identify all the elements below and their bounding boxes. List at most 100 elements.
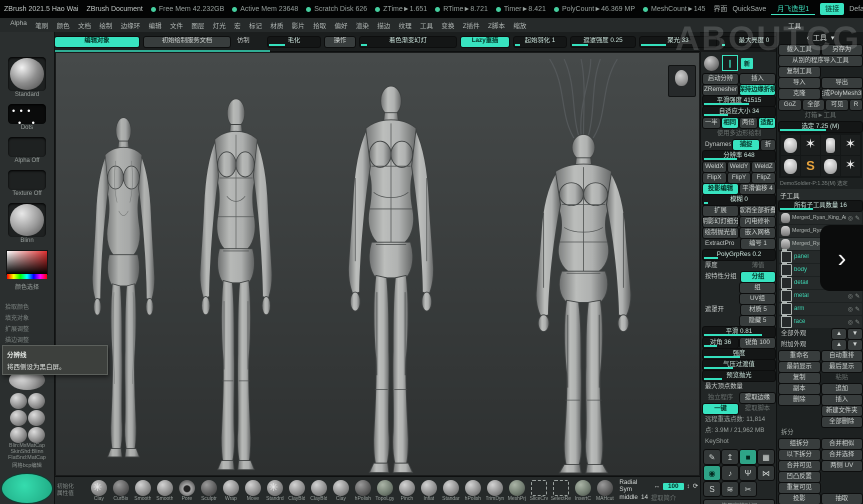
menu-item[interactable]: Alpha bbox=[6, 20, 31, 30]
subtool-op-button[interactable]: 抽取 bbox=[822, 494, 863, 504]
subtool-footer-control[interactable]: 附加外观 bbox=[779, 340, 830, 350]
keyshot-icon-button[interactable]: ≋ bbox=[722, 482, 738, 496]
tool-control[interactable]: 生成PolyMesh3D bbox=[822, 89, 863, 99]
tool-control[interactable]: 克隆 bbox=[779, 89, 820, 99]
panel-control[interactable]: 厚度 bbox=[703, 261, 739, 271]
stroke-slot[interactable] bbox=[8, 104, 46, 124]
material-swatch[interactable] bbox=[28, 410, 45, 426]
brush-preset[interactable]: TopoLgy bbox=[374, 480, 395, 502]
gradient-color-disc[interactable] bbox=[1, 473, 53, 504]
panel-control[interactable]: 薄值 bbox=[741, 261, 775, 271]
panel-control[interactable]: 取消全部折叠 bbox=[740, 206, 775, 216]
subtool-op-button[interactable]: 复制 bbox=[779, 373, 820, 383]
panel-control[interactable]: 模糊 0 bbox=[703, 195, 775, 205]
subtool-op-button[interactable]: 组拆分 bbox=[779, 439, 820, 449]
panel-control[interactable]: WeldZ bbox=[752, 162, 775, 172]
brush-preset[interactable]: MAHcut bbox=[594, 480, 615, 502]
panel-control[interactable]: 阴影幻灯细分 bbox=[703, 217, 738, 227]
link-button[interactable]: 链接 bbox=[820, 3, 844, 15]
panel-control[interactable]: FlipZ bbox=[752, 173, 775, 183]
panel-control[interactable]: 投影编辑 bbox=[703, 184, 738, 194]
shelf-control[interactable]: 着色渐变幻灯 bbox=[360, 37, 456, 47]
subtool-op-button[interactable] bbox=[779, 417, 820, 427]
tool-control[interactable]: 全部 bbox=[803, 100, 825, 110]
subtool-op-button[interactable]: 合并选择 bbox=[822, 450, 863, 460]
panel-control[interactable]: 对角 36 bbox=[703, 338, 738, 348]
brush-preset[interactable]: CurBis bbox=[110, 480, 131, 502]
tool-control[interactable] bbox=[822, 67, 863, 77]
panel-control[interactable]: 一半 bbox=[703, 118, 720, 128]
panel-control[interactable]: 遮罩开 bbox=[703, 305, 739, 315]
keyshot-icon-button[interactable]: ✂ bbox=[740, 482, 756, 496]
subtool-op-button[interactable]: 投影 bbox=[779, 494, 820, 504]
edit-icon[interactable]: ✎ bbox=[855, 215, 860, 222]
menu-item[interactable]: 渲染 bbox=[352, 20, 373, 30]
edit-icon[interactable]: ✎ bbox=[855, 319, 860, 326]
menu-item[interactable]: 材质 bbox=[266, 20, 287, 30]
panel-control[interactable]: 自适应大小 34 bbox=[703, 107, 775, 117]
subtool-op-button[interactable] bbox=[822, 472, 863, 482]
panel-control[interactable]: 远程重选点数: 11,814 bbox=[703, 415, 775, 425]
tool-control[interactable]: 从别的程序导入工具 bbox=[779, 56, 862, 66]
brush-preset[interactable]: Inflat bbox=[418, 480, 439, 502]
tool-control[interactable]: R bbox=[850, 100, 862, 110]
shelf-control[interactable]: 聚光 33 bbox=[640, 37, 716, 47]
subtool-item[interactable]: arm ◎ ✎ bbox=[779, 303, 862, 315]
quick-pick-tile[interactable] bbox=[801, 135, 820, 155]
subtool-count-slider[interactable]: 所有子工具数量 16 bbox=[779, 201, 862, 211]
panel-control[interactable] bbox=[703, 294, 738, 304]
panel-control[interactable]: 绘制抛光值 bbox=[703, 228, 738, 238]
panel-control[interactable]: 气压过渡值 bbox=[703, 360, 775, 370]
menu-item[interactable]: 影片 bbox=[288, 20, 309, 30]
model-figure-robot1[interactable] bbox=[181, 96, 291, 472]
subtool-op-button[interactable]: 合并可见 bbox=[779, 461, 820, 471]
panel-control[interactable]: 强度 bbox=[703, 349, 775, 359]
tool-control[interactable]: 导入 bbox=[779, 78, 820, 88]
panel-control[interactable]: 平滑 0.81 bbox=[703, 327, 775, 337]
keyshot-icon-button[interactable]: ↥ bbox=[722, 450, 738, 464]
subtool-item[interactable]: face ◎ ✎ bbox=[779, 316, 862, 328]
eye-icon[interactable]: ◎ bbox=[848, 215, 853, 222]
panel-control[interactable]: PolyGrpRes 0.2 bbox=[703, 250, 775, 260]
brush-preset[interactable]: InsertC bbox=[572, 480, 593, 502]
subtool-item[interactable]: Merged_Ryan_King_Am_Angl ◎ ✎ bbox=[779, 212, 862, 224]
brush-preset[interactable]: Standar bbox=[440, 480, 461, 502]
brush-preset[interactable]: Sculptr bbox=[198, 480, 219, 502]
shelf-control[interactable]: 操作 bbox=[325, 37, 355, 47]
panel-control[interactable]: 平滑强度 41515 bbox=[703, 96, 775, 106]
subtool-footer-control[interactable]: ▼ bbox=[848, 340, 862, 350]
edit-icon[interactable]: ✎ bbox=[855, 293, 860, 300]
keyshot-icon-button[interactable]: S bbox=[704, 482, 720, 496]
menu-item[interactable]: 颜色 bbox=[52, 20, 73, 30]
panel-control[interactable]: 隐藏 5 bbox=[740, 316, 775, 326]
model-figure-anatomy[interactable] bbox=[76, 115, 171, 459]
menu-item[interactable]: 变换 bbox=[437, 20, 458, 30]
quick-pick-tile[interactable] bbox=[841, 135, 860, 155]
tool-control[interactable]: 导出 bbox=[822, 78, 863, 88]
sidebar-option[interactable]: 扩展调整 bbox=[5, 324, 54, 333]
brush-preset[interactable]: Pore bbox=[176, 480, 197, 502]
panel-control[interactable]: WeldX bbox=[703, 162, 726, 172]
panel-control[interactable]: 启动分辨 bbox=[703, 74, 738, 84]
panel-control[interactable]: 材质 5 bbox=[741, 305, 775, 315]
material-swatch[interactable] bbox=[28, 393, 45, 409]
material-swatch[interactable] bbox=[28, 427, 45, 443]
subtool-op-button[interactable]: 新建文件夹 bbox=[822, 406, 863, 416]
keyshot-icon-button[interactable]: ✎ bbox=[704, 450, 720, 464]
panel-control[interactable]: 嵌入网格 bbox=[740, 228, 775, 238]
menu-item[interactable]: 文件 bbox=[166, 20, 187, 30]
axis-horizontal-icon[interactable]: ↔ bbox=[654, 483, 660, 490]
subtool-footer-control[interactable]: 全部外观 bbox=[779, 329, 830, 339]
subtool-item[interactable]: metal ◎ ✎ bbox=[779, 290, 862, 302]
tool-control[interactable]: 灯箱►工具 bbox=[779, 111, 862, 121]
menu-item[interactable]: 笔刷 bbox=[31, 20, 52, 30]
texture-slot[interactable] bbox=[8, 170, 46, 190]
subtool-op-button[interactable]: 全部删除 bbox=[822, 417, 863, 427]
brush-preset[interactable]: Pinch bbox=[396, 480, 417, 502]
sidebar-option[interactable]: 填充对象 bbox=[5, 313, 54, 322]
panel-control[interactable]: 保持边缘折痕 bbox=[740, 85, 775, 95]
panel-control[interactable]: 独立程序 bbox=[703, 393, 738, 403]
brush-preset[interactable]: ClayBld bbox=[286, 480, 307, 502]
tool-control[interactable]: 可见 bbox=[826, 100, 848, 110]
shelf-control[interactable]: 编辑对象 bbox=[55, 37, 139, 47]
